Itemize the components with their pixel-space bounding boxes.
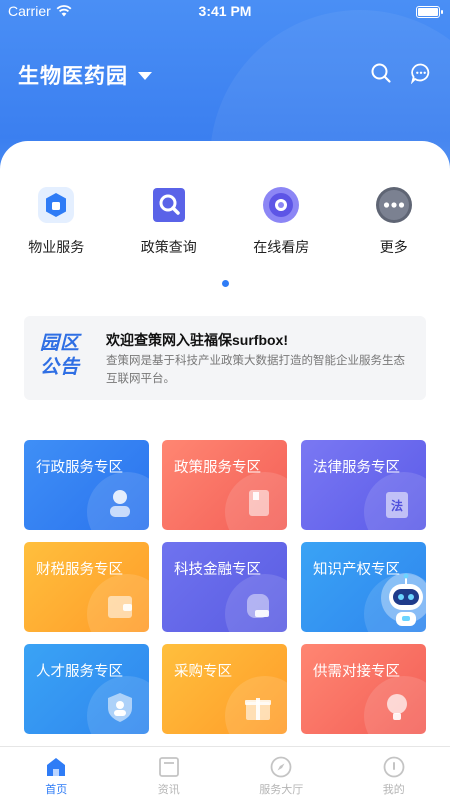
tile-label: 供需对接专区: [313, 664, 400, 680]
battery-icon: [416, 6, 443, 18]
wallet-icon: [108, 596, 132, 618]
law-glyph: 法: [391, 498, 403, 513]
notice-logo-line1: 园区: [40, 333, 81, 354]
tile-legal-service[interactable]: 法律服务专区 法: [301, 440, 426, 530]
tab-label: 服务大厅: [259, 784, 304, 796]
orb-icon: [261, 185, 301, 225]
tab-bar: 首页 资讯 服务大厅 我的: [0, 746, 450, 800]
status-time: 3:41 PM: [198, 3, 252, 19]
finance-icon: [247, 594, 269, 618]
park-title[interactable]: 生物医药园: [18, 60, 128, 90]
tile-label: 科技金融专区: [174, 562, 261, 578]
quick-item-online-house[interactable]: 在线看房: [225, 185, 338, 257]
tab-service-hall[interactable]: 服务大厅: [225, 747, 338, 800]
tile-label: 财税服务专区: [36, 562, 123, 578]
tile-supply-demand[interactable]: 供需对接专区: [301, 644, 426, 734]
quick-item-more[interactable]: 更多: [338, 185, 450, 257]
tab-home[interactable]: 首页: [0, 747, 113, 800]
tile-procurement[interactable]: 采购专区: [162, 644, 287, 734]
park-notice[interactable]: 园区 公告 欢迎查策网入驻福保surfbox! 查策网是基于科技产业政策大数据打…: [24, 316, 426, 400]
law-book-icon: 法: [386, 492, 408, 518]
profile-icon: [383, 756, 405, 778]
search-icon[interactable]: [370, 62, 392, 84]
person-icon: [110, 490, 130, 517]
compass-icon: [270, 756, 292, 778]
quick-item-label: 物业服务: [28, 239, 85, 255]
quick-menu: 物业服务 政策查询 在线看房 更多: [0, 185, 450, 257]
tile-label: 政策服务专区: [174, 460, 261, 476]
notice-logo-line2: 公告: [40, 357, 81, 378]
tile-label: 行政服务专区: [36, 460, 123, 476]
home-icon: [47, 758, 66, 776]
tab-label: 我的: [382, 784, 405, 796]
tile-label: 人才服务专区: [36, 664, 123, 680]
gift-icon: [245, 698, 271, 720]
tile-label: 法律服务专区: [313, 460, 400, 476]
quick-item-property[interactable]: 物业服务: [0, 185, 113, 257]
search-doc-icon: [149, 185, 189, 225]
tile-admin-service[interactable]: 行政服务专区: [24, 440, 149, 530]
tile-label: 采购专区: [174, 664, 232, 680]
header-bar: 生物医药园: [18, 58, 432, 92]
badge-icon: [108, 693, 132, 722]
document-icon: [249, 490, 269, 516]
more-icon: [374, 185, 414, 225]
tab-profile[interactable]: 我的: [338, 747, 450, 800]
quick-item-label: 更多: [379, 239, 408, 255]
tab-label: 首页: [45, 784, 68, 796]
tab-news[interactable]: 资讯: [113, 747, 226, 800]
news-icon: [158, 757, 179, 777]
tile-talent-service[interactable]: 人才服务专区: [24, 644, 149, 734]
quick-item-label: 在线看房: [253, 239, 310, 255]
lightbulb-icon: [387, 694, 407, 720]
message-icon[interactable]: [410, 62, 432, 85]
chevron-down-icon[interactable]: [138, 72, 152, 80]
notice-logo: 园区 公告: [40, 332, 92, 384]
assistant-robot-icon[interactable]: [380, 572, 432, 632]
notice-title: 欢迎查策网入驻福保surfbox!: [106, 332, 288, 348]
tile-tax-service[interactable]: 财税服务专区: [24, 542, 149, 632]
quick-item-policy[interactable]: 政策查询: [113, 185, 226, 257]
quick-item-label: 政策查询: [140, 239, 197, 255]
status-bar: Carrier 3:41 PM: [0, 0, 450, 24]
building-icon: [36, 185, 76, 225]
notice-body: 查策网是基于科技产业政策大数据打造的智能企业服务生态互联网平台。: [106, 355, 405, 385]
tab-label: 资讯: [157, 784, 180, 796]
page-indicator-dot: [222, 280, 229, 287]
tile-policy-service[interactable]: 政策服务专区: [162, 440, 287, 530]
tile-tech-finance[interactable]: 科技金融专区: [162, 542, 287, 632]
